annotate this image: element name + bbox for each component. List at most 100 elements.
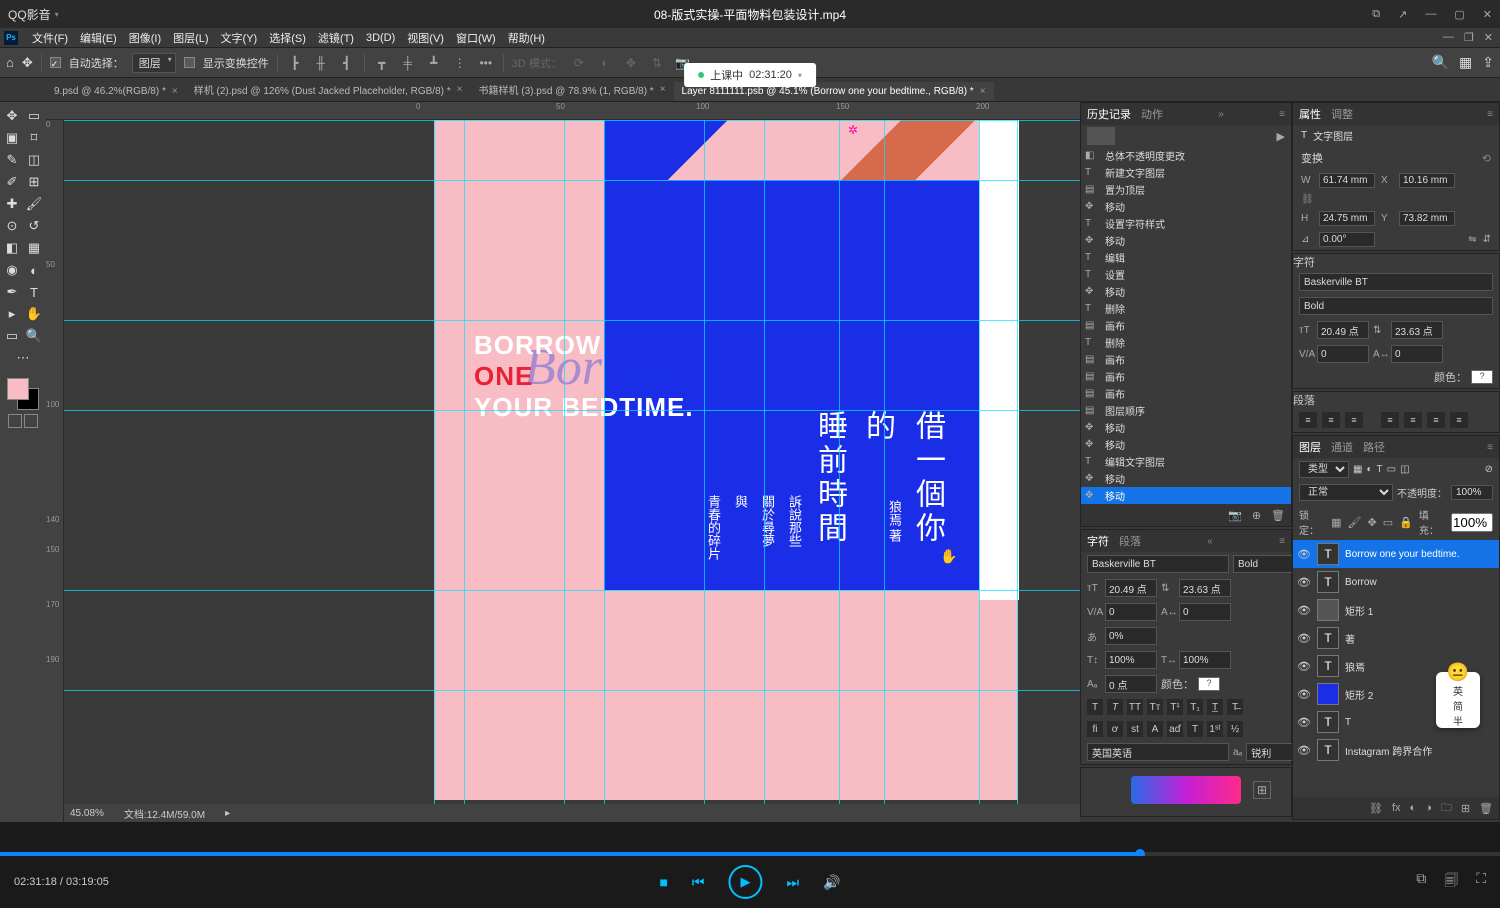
auto-select-mode-dropdown[interactable]: 图层	[132, 53, 176, 73]
layer-row[interactable]: 👁TBorrow	[1293, 568, 1499, 596]
visibility-icon[interactable]: 👁	[1297, 576, 1311, 589]
teacher-avatar-widget[interactable]: 😐 英 简 半 ♥	[1436, 672, 1480, 728]
delete-layer-icon[interactable]: 🗑	[1479, 802, 1493, 815]
adjustments-tab[interactable]: 调整	[1331, 106, 1353, 122]
guide[interactable]	[464, 120, 465, 804]
align-vcenter-icon[interactable]: ╪	[399, 54, 417, 72]
menu-3d[interactable]: 3D(D)	[360, 32, 401, 44]
width-field[interactable]	[1319, 173, 1375, 188]
workspace-icon[interactable]: ▦	[1459, 54, 1472, 71]
font-size-field[interactable]	[1105, 579, 1157, 597]
edit-toolbar-icon[interactable]: ⋯	[13, 348, 33, 368]
vscale-field[interactable]	[1105, 651, 1157, 669]
history-item[interactable]: T删除	[1081, 300, 1291, 317]
shape-tool[interactable]: ▭	[2, 326, 22, 346]
distribute-icon[interactable]: ⋮	[451, 54, 469, 72]
filter-type-icon[interactable]: T	[1377, 464, 1383, 475]
filter-smart-icon[interactable]: ◫	[1400, 464, 1409, 475]
stop-button[interactable]: ■	[659, 874, 667, 890]
opentype-half-icon[interactable]: ½	[1227, 721, 1243, 737]
lasso-tool[interactable]: ⌑	[24, 128, 44, 148]
flip-h-icon[interactable]: ⇋	[1468, 234, 1476, 245]
quick-select-tool[interactable]: ✎	[2, 150, 22, 170]
visibility-icon[interactable]: 👁	[1297, 744, 1311, 757]
opentype-o-icon[interactable]: ơ	[1107, 721, 1123, 737]
language-dropdown[interactable]	[1087, 743, 1229, 761]
font-family-dropdown-2[interactable]	[1299, 273, 1493, 291]
allcaps-icon[interactable]: TT	[1127, 699, 1143, 715]
guide[interactable]	[704, 120, 705, 804]
ruler-vertical[interactable]: 0 50 100 140 150 170 190	[46, 120, 64, 822]
visibility-icon[interactable]: 👁	[1297, 660, 1311, 673]
prev-button[interactable]: ⏮	[692, 874, 705, 891]
opentype-1st-icon[interactable]: 1ˢᵗ	[1207, 721, 1223, 737]
doc-tab-2[interactable]: 样机 (2).psd @ 126% (Dust Jacked Placehold…	[186, 78, 471, 101]
history-snapshot-row[interactable]: ▶	[1081, 125, 1291, 147]
visibility-icon[interactable]: 👁	[1297, 632, 1311, 645]
zoom-level[interactable]: 45.08%	[70, 808, 104, 819]
tracking-field[interactable]	[1179, 603, 1231, 621]
search-icon[interactable]: 🔍	[1432, 54, 1449, 71]
height-field[interactable]	[1319, 211, 1375, 226]
align-top-icon[interactable]: ┳	[373, 54, 391, 72]
pen-tool[interactable]: ✒	[2, 282, 22, 302]
angle-field[interactable]	[1319, 232, 1375, 247]
brush-tool[interactable]: 🖌	[24, 194, 44, 214]
history-item[interactable]: ▤画布	[1081, 351, 1291, 368]
history-item[interactable]: T设置字符样式	[1081, 215, 1291, 232]
guide[interactable]	[979, 120, 980, 804]
history-item[interactable]: ◧总体不透明度更改	[1081, 147, 1291, 164]
hscale-field[interactable]	[1179, 651, 1231, 669]
dodge-tool[interactable]: ◐	[24, 260, 44, 280]
opentype-a-icon[interactable]: A	[1147, 721, 1163, 737]
gradient-preview[interactable]: ⊞	[1131, 776, 1241, 804]
guide[interactable]	[64, 410, 1080, 411]
play-icon[interactable]: ▶	[1277, 130, 1285, 143]
layer-mask-icon[interactable]: ◐	[1410, 802, 1417, 814]
collapse-icon[interactable]: »	[1218, 109, 1224, 120]
align-bottom-icon[interactable]: ┻	[425, 54, 443, 72]
guide[interactable]	[564, 120, 565, 804]
lock-all-icon[interactable]: 🔒	[1399, 516, 1413, 529]
history-item[interactable]: T编辑	[1081, 249, 1291, 266]
smallcaps-icon[interactable]: Tᴛ	[1147, 699, 1163, 715]
filter-shape-icon[interactable]: ▭	[1387, 464, 1396, 475]
more-options-icon[interactable]: •••	[477, 54, 495, 72]
panel-menu-icon[interactable]: ≡	[1279, 109, 1285, 120]
font-weight-dropdown-2[interactable]	[1299, 297, 1493, 315]
layers-tab[interactable]: 图层	[1299, 439, 1321, 455]
ps-minimize-button[interactable]: —	[1440, 31, 1457, 44]
guide[interactable]	[1017, 120, 1018, 804]
menu-edit[interactable]: 编辑(E)	[74, 30, 123, 46]
guide[interactable]	[434, 120, 435, 804]
strikethrough-icon[interactable]: T̶	[1227, 699, 1243, 715]
share-icon[interactable]: ⇪	[1482, 54, 1494, 71]
history-item[interactable]: ✥移动	[1081, 232, 1291, 249]
tracking-field-2[interactable]	[1391, 345, 1443, 363]
frame-tool[interactable]: ⊞	[24, 172, 44, 192]
leading-field[interactable]	[1179, 579, 1231, 597]
guide[interactable]	[64, 180, 1080, 181]
guide[interactable]	[839, 120, 840, 804]
guide[interactable]	[884, 120, 885, 804]
link-layers-icon[interactable]: ⛓	[1369, 802, 1383, 815]
visibility-icon[interactable]: 👁	[1297, 604, 1311, 617]
underline-icon[interactable]: T̲	[1207, 699, 1223, 715]
opentype-st-icon[interactable]: st	[1127, 721, 1143, 737]
hand-tool[interactable]: ✋	[24, 304, 44, 324]
justify-left-icon[interactable]: ≡	[1381, 412, 1399, 428]
align-left-icon[interactable]: ≡	[1299, 412, 1317, 428]
trash-icon[interactable]: 🗑	[1271, 509, 1285, 522]
align-left-edges-icon[interactable]: ┣	[286, 54, 304, 72]
history-item[interactable]: T删除	[1081, 334, 1291, 351]
history-item[interactable]: ▤画布	[1081, 385, 1291, 402]
channels-tab[interactable]: 通道	[1331, 439, 1353, 455]
artboard-tool[interactable]: ▭	[24, 106, 44, 126]
home-icon[interactable]: ⌂	[6, 55, 14, 70]
eraser-tool[interactable]: ◧	[2, 238, 22, 258]
menu-file[interactable]: 文件(F)	[26, 30, 74, 46]
visibility-icon[interactable]: 👁	[1297, 716, 1311, 729]
gradient-tool[interactable]: ▦	[24, 238, 44, 258]
history-item[interactable]: T编辑文字图层	[1081, 453, 1291, 470]
marquee-tool[interactable]: ▣	[2, 128, 22, 148]
